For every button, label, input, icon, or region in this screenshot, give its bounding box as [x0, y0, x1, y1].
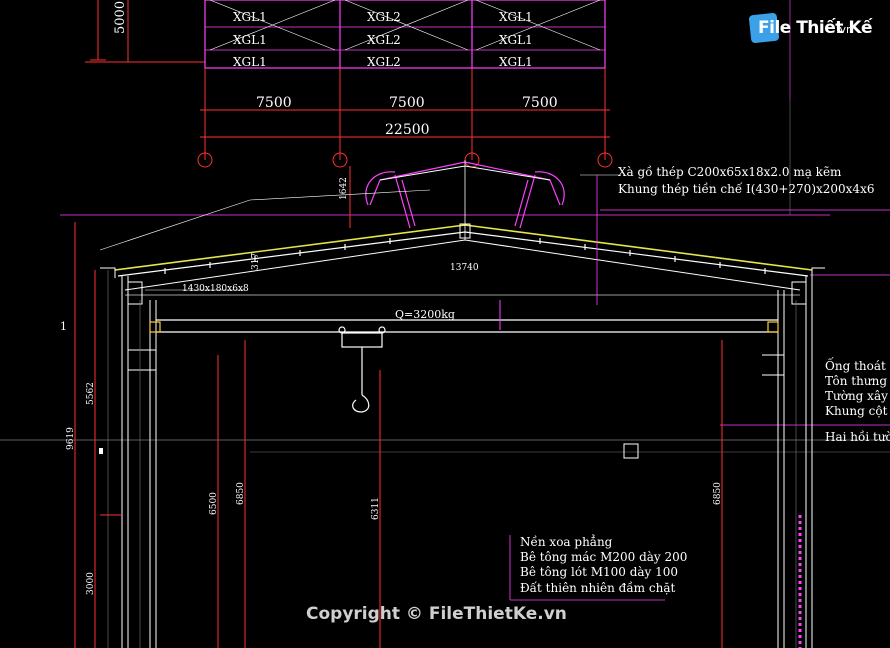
- total-dim: 22500: [385, 122, 430, 138]
- crane-hook: [338, 326, 386, 413]
- ridge-dim: 1642: [339, 177, 349, 200]
- brace-label: XGL1: [233, 10, 267, 24]
- brace-label: XGL1: [499, 55, 533, 69]
- crane-rail-right-dim: 6850: [713, 482, 723, 505]
- bay-dim: 7500: [389, 95, 425, 111]
- col-height-lower: 3000: [86, 572, 96, 595]
- right-note: Hai hồi tườn: [825, 429, 890, 444]
- haunch-dim: 1430x180x6x8: [182, 284, 249, 294]
- brace-label: XGL1: [233, 33, 267, 47]
- brace-label: XGL2: [367, 10, 401, 24]
- logo-suffix: .vn: [836, 23, 853, 36]
- span-dim: 13740: [450, 263, 479, 273]
- col-height-total: 9619: [66, 427, 76, 450]
- crane-rail-left-dim: 6850: [236, 482, 246, 505]
- notes: Xà gồ thép C200x65x18x2.0 mạ kẽm Khung t…: [520, 164, 890, 595]
- bay-dim: 7500: [256, 95, 292, 111]
- brace-label: XGL1: [499, 10, 533, 24]
- brace-label: XGL1: [233, 55, 267, 69]
- floor-note: Bê tông mác M200 dày 200: [520, 550, 687, 564]
- brace-label: XGL1: [499, 33, 533, 47]
- top-plan: 5000 XGL1 XGL2 XGL1 XGL1 XGL2 XGL1 XGL1 …: [85, 0, 613, 168]
- brace-label: XGL2: [367, 55, 401, 69]
- right-note: Khung cột th: [825, 404, 890, 418]
- floor-note: Đất thiên nhiên đầm chặt: [520, 580, 675, 595]
- right-note: Tường xây g: [825, 389, 890, 403]
- floor-note: Bê tông lót M100 dày 100: [520, 565, 678, 579]
- bay-dim: 7500: [522, 95, 558, 111]
- crane-beam-left-dim: 6500: [209, 492, 219, 515]
- plan-height-dim: 5000: [113, 1, 128, 34]
- left-marker: 1: [60, 320, 67, 333]
- frame-section: 13740 317 1642 1430x180x6x8 1 Q=3200kg 6…: [0, 0, 890, 648]
- brace-label: XGL2: [367, 33, 401, 47]
- frame-note: Khung thép tiền chế I(430+270)x200x4x6: [618, 181, 874, 196]
- right-note: Ống thoát nư: [825, 356, 890, 373]
- col-height-upper: 5562: [86, 382, 96, 405]
- purlin-note: Xà gồ thép C200x65x18x2.0 mạ kẽm: [618, 164, 842, 179]
- cad-drawing: 5000 XGL1 XGL2 XGL1 XGL1 XGL2 XGL1 XGL1 …: [0, 0, 890, 648]
- crane-load: Q=3200kg: [395, 308, 455, 321]
- site-logo: File Thiết Kế .vn: [748, 12, 873, 46]
- hook-height-dim: 6311: [371, 497, 381, 520]
- slope-dim: 317: [251, 253, 261, 270]
- copyright-watermark: Copyright © FileThietKe.vn: [306, 604, 567, 624]
- logo-text: File Thiết Kế: [758, 18, 873, 38]
- floor-note: Nền xoa phẳng: [520, 533, 613, 549]
- right-note: Tôn thưng d: [825, 374, 890, 388]
